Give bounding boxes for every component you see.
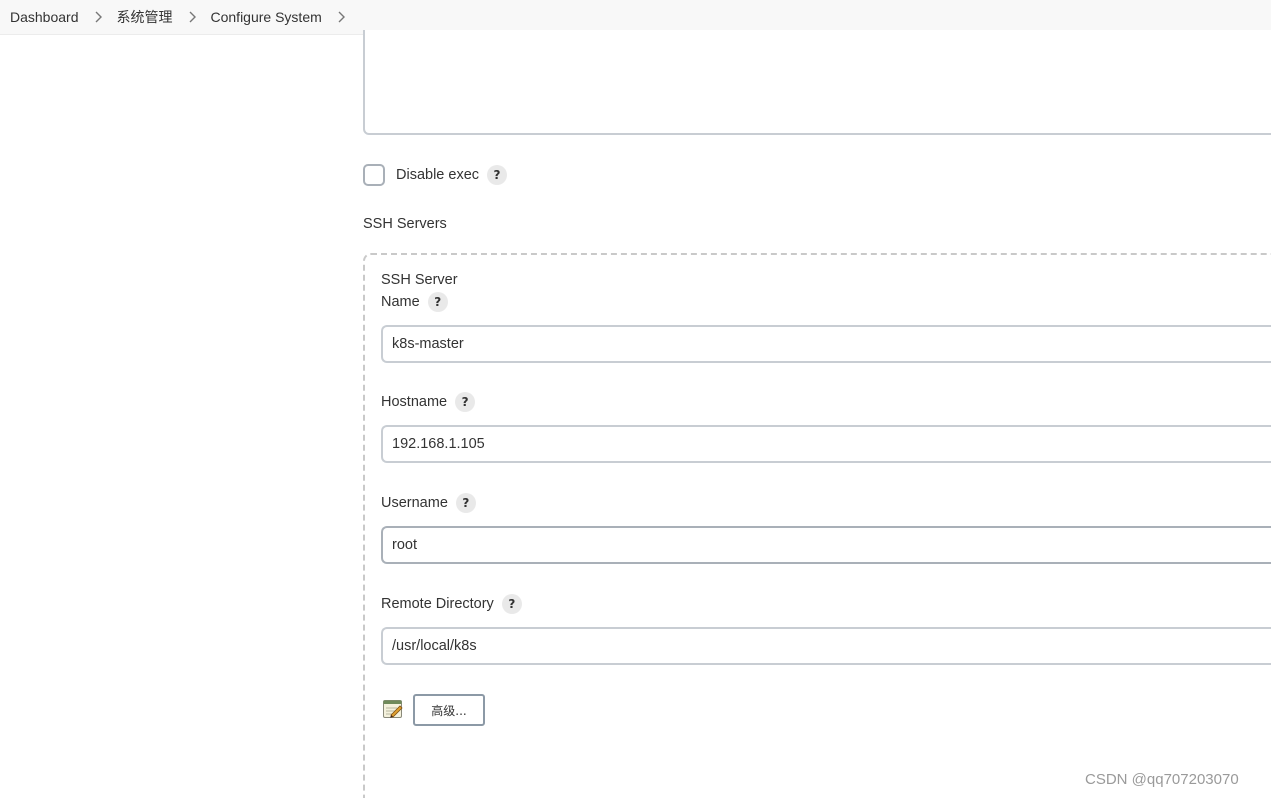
breadcrumb-item-system-management[interactable]: 系统管理 bbox=[117, 7, 173, 27]
advanced-button[interactable]: 高级... bbox=[413, 694, 485, 726]
chevron-right-icon bbox=[187, 11, 197, 23]
ssh-servers-title: SSH Servers bbox=[363, 216, 447, 232]
help-icon[interactable]: ? bbox=[427, 292, 448, 312]
remote-directory-label: Remote Directory ? bbox=[381, 594, 522, 614]
username-input[interactable] bbox=[381, 526, 1271, 564]
disable-exec-row: Disable exec ? bbox=[363, 164, 508, 186]
chevron-right-icon bbox=[93, 11, 103, 23]
name-input[interactable] bbox=[381, 325, 1271, 363]
help-icon[interactable]: ? bbox=[455, 493, 476, 513]
notepad-icon[interactable] bbox=[382, 698, 404, 720]
disable-exec-label: Disable exec bbox=[396, 167, 480, 183]
help-icon[interactable]: ? bbox=[455, 392, 476, 412]
help-icon[interactable]: ? bbox=[501, 594, 522, 614]
watermark: CSDN @qq707203070 bbox=[1085, 771, 1239, 788]
hostname-label-text: Hostname bbox=[381, 394, 448, 410]
username-label: Username ? bbox=[381, 493, 476, 513]
ssh-server-heading: SSH Server bbox=[381, 272, 458, 288]
remote-directory-input[interactable] bbox=[381, 627, 1271, 665]
name-label-text: Name bbox=[381, 294, 420, 310]
key-textarea[interactable] bbox=[363, 30, 1271, 135]
name-label: Name ? bbox=[381, 292, 448, 312]
breadcrumb-item-dashboard[interactable]: Dashboard bbox=[10, 9, 79, 25]
username-label-text: Username bbox=[381, 495, 448, 511]
remote-directory-label-text: Remote Directory bbox=[381, 596, 494, 612]
hostname-input[interactable] bbox=[381, 425, 1271, 463]
chevron-right-icon[interactable] bbox=[336, 11, 346, 23]
hostname-label: Hostname ? bbox=[381, 392, 476, 412]
disable-exec-checkbox[interactable] bbox=[363, 164, 385, 186]
help-icon[interactable]: ? bbox=[487, 165, 508, 185]
breadcrumb-item-configure-system[interactable]: Configure System bbox=[211, 9, 322, 25]
